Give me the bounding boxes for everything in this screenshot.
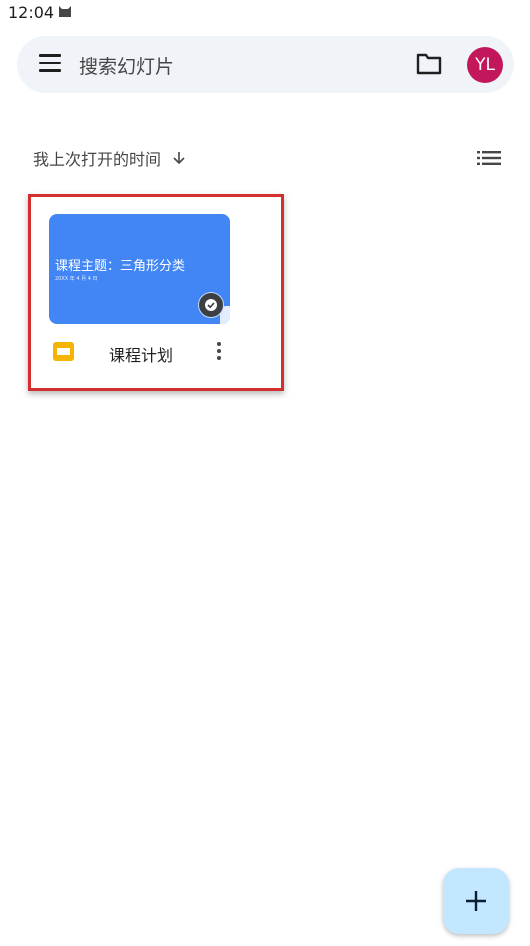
cat-notification-icon xyxy=(59,6,71,17)
sort-selector[interactable]: 我上次打开的时间 xyxy=(33,146,186,170)
folder-icon[interactable] xyxy=(416,52,442,76)
status-bar: 12:04 xyxy=(0,0,530,26)
file-card[interactable]: 课程主题：三角形分类 20XX 年 4 月 4 日 课程计划 xyxy=(49,214,230,374)
thumbnail-title: 课程主题：三角形分类 xyxy=(55,259,186,274)
status-time: 12:04 xyxy=(8,3,55,22)
search-input[interactable]: 搜索幻灯片 xyxy=(79,52,174,79)
menu-icon[interactable] xyxy=(38,54,62,74)
file-name: 课程计划 xyxy=(109,346,174,365)
avatar[interactable]: YL xyxy=(467,47,503,83)
thumbnail-subtitle: 20XX 年 4 月 4 日 xyxy=(55,276,98,282)
add-button[interactable] xyxy=(443,868,509,934)
search-bar[interactable]: 搜索幻灯片 YL xyxy=(17,36,514,93)
more-options-icon[interactable] xyxy=(211,341,227,363)
slides-icon xyxy=(53,342,74,361)
offline-available-icon xyxy=(198,292,224,318)
plus-icon xyxy=(466,891,486,911)
arrow-down-icon xyxy=(173,152,185,165)
sort-label: 我上次打开的时间 xyxy=(33,150,162,169)
list-view-icon[interactable] xyxy=(477,149,501,167)
